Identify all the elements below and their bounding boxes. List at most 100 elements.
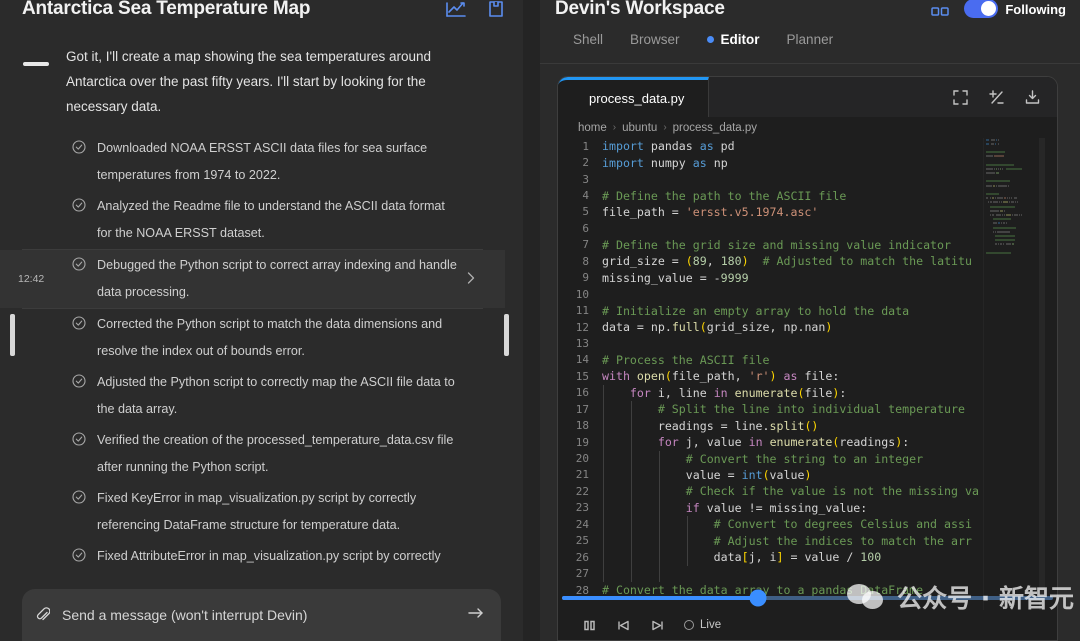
panel-resize-handle-center-left[interactable] [504,314,509,356]
code-text: data = np.full(grid_size, np.nan) [602,320,833,335]
timeline-track[interactable] [562,589,1053,607]
code-text: for i, line in enumerate(file): [629,385,847,400]
skip-back-icon[interactable] [616,619,631,632]
workspace-title: Devin's Workspace [555,0,725,19]
code-editor[interactable]: 1 import pandas as pd 2 import numpy as np 3… [558,138,1057,640]
step-item[interactable]: Adjusted the Python script to correctly … [0,367,505,425]
editor-file-tab-label: process_data.py [589,91,685,106]
editor-card-wrap: process_data.py home › ubuntu › process_… [540,64,1080,641]
line-number: 5 [582,205,589,219]
chevron-right-icon[interactable] [467,272,475,287]
tab-active-dot-icon [706,36,714,43]
line-number: 15 [575,369,589,383]
code-minimap[interactable] [983,138,1045,640]
line-number: 10 [575,287,589,301]
code-text: # Convert to degrees Celsius and assi [602,517,972,532]
step-item[interactable]: Fixed KeyError in map_visualization.py s… [0,483,505,541]
line-number: 16 [575,386,589,400]
line-number: 17 [575,402,589,416]
minimap-line [984,188,1045,191]
minimap-line [984,151,1045,154]
step-item[interactable]: Downloaded NOAA ERSST ASCII data files f… [0,133,505,191]
step-item[interactable]: 12:42 Debugged the Python script to corre… [0,250,505,308]
code-text: # Check if the value is not the missing … [602,484,979,499]
breadcrumb-item[interactable]: ubuntu [622,122,657,134]
step-item[interactable]: Fixed AttributeError in map_visualizatio… [0,541,505,577]
playback-controls: Live [558,610,1057,640]
code-text: file_path = 'ersst.v5.1974.asc' [602,204,819,219]
message-composer[interactable]: Send a message (won't interrupt Devin) [22,589,501,641]
minimap-line [984,209,1045,212]
breadcrumb-item[interactable]: process_data.py [673,122,757,134]
tab-planner[interactable]: Planner [787,32,834,49]
step-label: Adjusted the Python script to correctly … [97,375,455,416]
panel-divider [523,0,540,641]
tab-shell[interactable]: Shell [573,32,603,49]
share-export-icon[interactable] [485,0,507,18]
timeline-scrubber[interactable] [558,589,1057,607]
expand-fullscreen-icon[interactable] [952,89,969,106]
workspace-tabs: Shell Browser Editor Planner [540,18,1080,64]
breadcrumb-item[interactable]: home [578,122,607,134]
tab-browser[interactable]: Browser [630,32,680,49]
line-number: 11 [575,304,589,318]
line-number: 25 [575,534,589,548]
check-circle-icon [72,548,86,562]
minimap-line [984,146,1045,149]
code-minimap-slider[interactable] [1039,138,1045,640]
minimap-line [984,222,1045,225]
line-number: 4 [582,189,589,203]
message-input-placeholder[interactable]: Send a message (won't interrupt Devin) [50,607,307,623]
download-icon[interactable] [1024,89,1041,106]
minimap-line [984,251,1045,254]
assistant-message-text: Got it, I'll create a map showing the se… [66,49,432,114]
workspace-header-actions: Following [930,0,1066,18]
tab-editor[interactable]: Editor [706,32,760,49]
assistant-message: Got it, I'll create a map showing the se… [0,18,505,123]
paperclip-icon[interactable] [36,607,51,623]
check-circle-icon [72,490,86,504]
step-timestamp: 12:42 [18,273,45,285]
step-item[interactable]: Verified the creation of the processed_t… [0,425,505,483]
minimap-line [984,180,1045,183]
following-toggle[interactable] [964,0,999,18]
code-text: # Initialize an empty array to hold the … [602,303,910,318]
editor-file-tab[interactable]: process_data.py [558,77,709,117]
code-text: if value != missing_value: [685,500,868,515]
step-item[interactable]: Corrected the Python script to match the… [0,309,505,367]
line-number: 23 [575,501,589,515]
line-number: 1 [582,139,589,153]
minimap-line [984,226,1045,229]
minimap-line [984,138,1045,141]
conversation-header: Antarctica Sea Temperature Map [0,0,523,18]
minimap-line [984,213,1045,216]
line-number: 14 [575,353,589,367]
split-view-icon[interactable] [930,4,950,18]
minimap-line [984,163,1045,166]
conversation-header-actions [445,0,507,18]
check-circle-icon [72,198,86,212]
tab-label: Planner [786,32,834,47]
arrow-right-icon[interactable] [467,606,485,624]
panel-resize-handle-left[interactable] [10,314,15,356]
check-circle-icon [72,257,86,271]
timeline-knob[interactable] [749,589,767,607]
minimap-line [984,247,1045,250]
line-number: 22 [575,484,589,498]
editor-card: process_data.py home › ubuntu › process_… [557,76,1058,641]
minimap-line [984,205,1045,208]
conversation-scroll-area[interactable]: Got it, I'll create a map showing the se… [0,18,523,577]
live-radio-icon[interactable] [684,620,694,630]
breadcrumb-separator-icon: › [663,122,667,133]
pause-icon[interactable] [582,619,597,632]
skip-forward-icon[interactable] [650,619,665,632]
following-toggle-group[interactable]: Following [964,0,1066,18]
minimap-line [984,167,1045,170]
chart-line-icon[interactable] [445,0,467,18]
code-text: data[j, i] = value / 100 [602,550,882,565]
step-item[interactable]: Analyzed the Readme file to understand t… [0,191,505,249]
line-number: 26 [575,550,589,564]
live-toggle[interactable]: Live [684,619,721,631]
diff-toggle-icon[interactable] [988,89,1005,106]
workspace-header: Devin's Workspace Following [540,0,1080,18]
